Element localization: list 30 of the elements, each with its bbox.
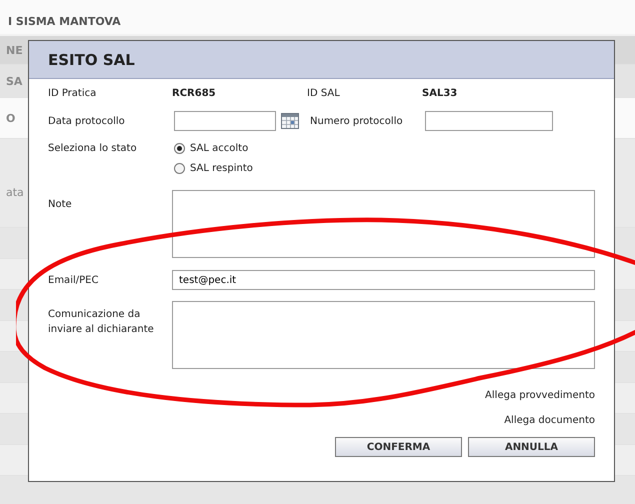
background-label: ata — [6, 186, 24, 199]
radio-label: SAL respinto — [190, 163, 253, 174]
field-label: ID SAL — [307, 88, 341, 99]
attach-link[interactable]: Allega documento — [504, 415, 595, 426]
background-label: O — [6, 112, 16, 124]
calendar-icon[interactable] — [281, 112, 299, 130]
field-value: RCR685 — [172, 88, 217, 99]
email-field[interactable]: test@pec.it — [172, 270, 595, 290]
background-label: NE — [6, 44, 23, 56]
message-field[interactable] — [172, 301, 595, 369]
field-value: SAL33 — [422, 88, 458, 99]
radio-label: SAL accolto — [190, 143, 248, 154]
dialog-button[interactable]: CONFERMA — [335, 437, 462, 457]
date-field[interactable] — [174, 111, 276, 131]
field-label: Email/PEC — [48, 274, 100, 286]
protocol-number-field[interactable] — [425, 111, 553, 131]
field-label: Note — [48, 199, 73, 210]
notes-field[interactable] — [172, 190, 595, 258]
dialog-button[interactable]: ANNULLA — [468, 437, 595, 457]
site-subtitle: I SISMA MANTOVA — [8, 15, 121, 28]
radio-button[interactable] — [174, 143, 185, 154]
field-label: ID Pratica — [48, 88, 98, 99]
dialog-title: ESITO SAL — [48, 50, 135, 68]
attach-link[interactable]: Allega provvedimento — [485, 390, 595, 401]
radio-button[interactable] — [174, 163, 185, 174]
field-label: Numero protocollo — [310, 116, 404, 126]
field-label: Comunicazione da inviare al dichiarante — [48, 308, 155, 337]
field-label: Data protocollo — [48, 116, 126, 126]
background-label: SA — [6, 74, 22, 88]
field-label: Seleziona lo stato — [48, 143, 138, 154]
